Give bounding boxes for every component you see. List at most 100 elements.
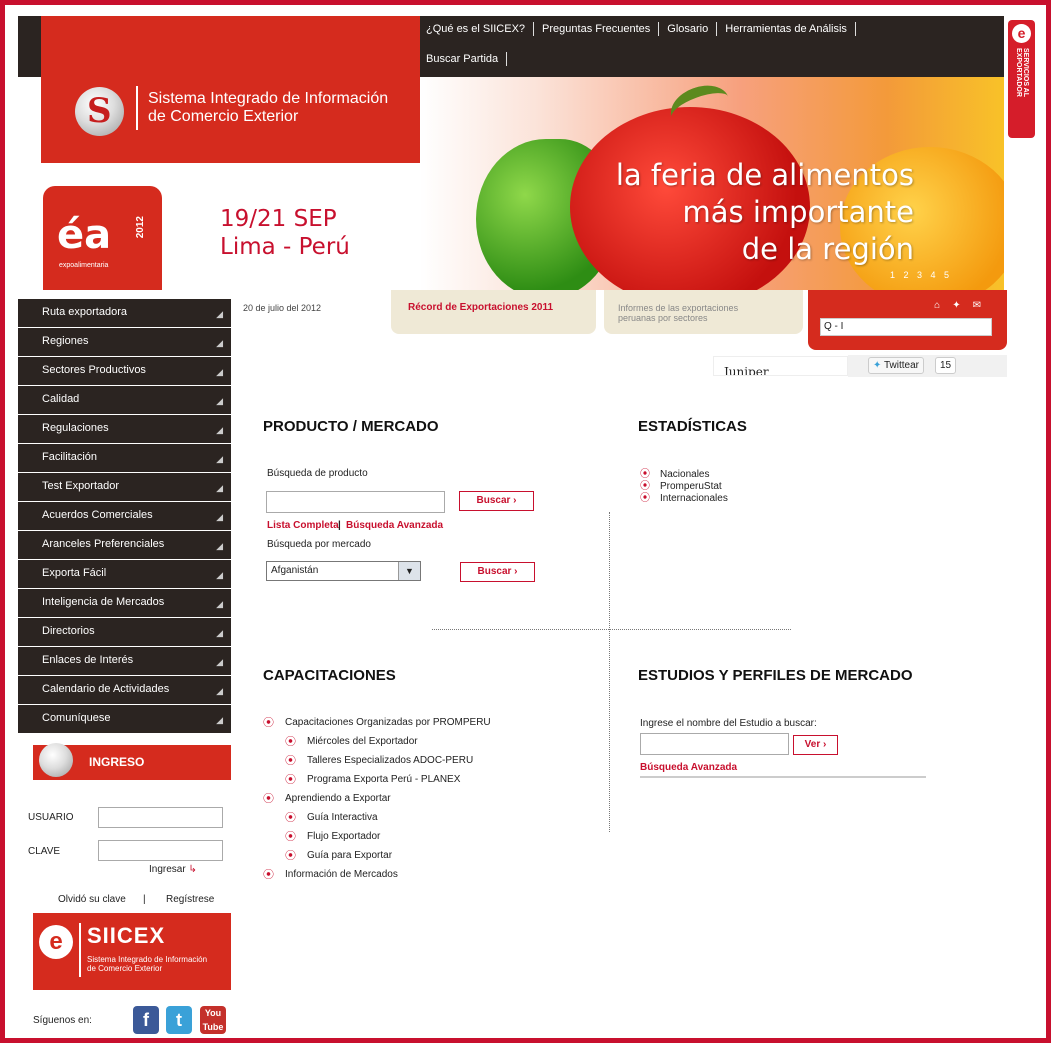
sidebar-item-label: Enlaces de Interés bbox=[42, 653, 134, 666]
estadisticas-title: ESTADÍSTICAS bbox=[638, 418, 747, 435]
estudios-busqueda-avanzada-link[interactable]: Búsqueda Avanzada bbox=[640, 762, 737, 773]
busqueda-avanzada-link[interactable]: Búsqueda Avanzada bbox=[346, 520, 443, 531]
capacitaciones-title: CAPACITACIONES bbox=[263, 667, 396, 684]
corner-arrow-icon: ◢ bbox=[216, 569, 223, 580]
site-search-input[interactable]: Q - I bbox=[820, 318, 992, 336]
corner-arrow-icon: ◢ bbox=[216, 656, 223, 667]
capacitacion-link[interactable]: Aprendiendo a Exportar bbox=[263, 792, 491, 811]
sidebar-item-calidad[interactable]: Calidad ◢ bbox=[18, 385, 231, 414]
nav-buscar-partida[interactable]: Buscar Partida bbox=[420, 52, 508, 66]
tweet-button[interactable]: ✦ Twittear bbox=[868, 357, 925, 374]
user-input[interactable] bbox=[98, 807, 223, 828]
expoalimentaria-logo[interactable]: éa 2012 expoalimentaria bbox=[43, 186, 162, 290]
brand-divider bbox=[79, 923, 81, 977]
sidebar-item-label: Ruta exportadora bbox=[42, 306, 127, 318]
estudios-title: ESTUDIOS Y PERFILES DE MERCADO bbox=[638, 667, 913, 684]
estadisticas-internacionales-link[interactable]: Internacionales bbox=[640, 493, 728, 505]
capacitacion-link[interactable]: Guía para Exportar bbox=[263, 849, 491, 868]
siicex-header-logo[interactable]: Sistema Integrado de Información de Come… bbox=[41, 16, 420, 163]
estudios-underline bbox=[640, 776, 926, 778]
sidebar-item-calendario-de-actividades[interactable]: Calendario de Actividades ◢ bbox=[18, 675, 231, 704]
twitter-icon[interactable]: t bbox=[166, 1006, 192, 1034]
siicex-brand-banner[interactable]: e SIICEX Sistema Integrado de Informació… bbox=[33, 913, 231, 990]
servicios-exportador-tab[interactable]: e SERVICIOS AL EXPORTADOR bbox=[1008, 20, 1035, 138]
login-link-separator: | bbox=[143, 894, 146, 905]
sitemap-icon[interactable]: ✦ bbox=[952, 300, 972, 311]
sidebar-item-test-exportador[interactable]: Test Exportador ◢ bbox=[18, 472, 231, 501]
sidebar-item-label: Exporta Fácil bbox=[42, 566, 107, 579]
hero-banner[interactable]: la feria de alimentos más importante de … bbox=[420, 77, 1004, 290]
nav-que-es-siicex[interactable]: ¿Qué es el SIICEX? bbox=[420, 22, 535, 36]
facebook-icon[interactable]: f bbox=[133, 1006, 159, 1034]
e-logo-icon: e bbox=[1012, 24, 1031, 43]
horizontal-divider bbox=[432, 629, 791, 630]
informes-tab[interactable]: Informes de las exportaciones peruanas po… bbox=[604, 290, 803, 334]
capacitacion-link[interactable]: Información de Mercados bbox=[263, 868, 491, 887]
tool-icons: ⌂✦✉ bbox=[934, 300, 993, 311]
sidebar-item-ruta-exportadora[interactable]: Ruta exportadora ◢ bbox=[18, 299, 231, 327]
hero-tagline: la feria de alimentos más importante de … bbox=[616, 157, 914, 268]
register-link[interactable]: Regístrese bbox=[166, 894, 214, 905]
site-title-line1: Sistema Integrado de Información bbox=[148, 90, 389, 107]
estudios-search-input[interactable] bbox=[640, 733, 789, 755]
sidebar-item-label: Aranceles Preferenciales bbox=[42, 537, 165, 550]
promperu-s-icon bbox=[39, 743, 73, 777]
nav-herramientas[interactable]: Herramientas de Análisis bbox=[717, 22, 856, 36]
capacitacion-link[interactable]: Flujo Exportador bbox=[263, 830, 491, 849]
product-search-input[interactable] bbox=[266, 491, 445, 513]
tweet-count: 15 bbox=[935, 357, 957, 374]
password-input[interactable] bbox=[98, 840, 223, 861]
capacitacion-link[interactable]: Programa Exporta Perú - PLANEX bbox=[263, 773, 491, 792]
sidebar-item-label: Calendario de Actividades bbox=[42, 682, 170, 695]
juniper-label: Juniper bbox=[724, 365, 769, 376]
market-select[interactable]: Afganistán ▼ bbox=[266, 561, 421, 581]
estadisticas-promperustat-link[interactable]: PromperuStat bbox=[640, 481, 728, 493]
corner-arrow-icon: ◢ bbox=[216, 714, 223, 725]
sidebar-item-facilitacion[interactable]: Facilitación ◢ bbox=[18, 443, 231, 472]
sidebar-item-sectores-productivos[interactable]: Sectores Productivos ◢ bbox=[18, 356, 231, 385]
logo-divider bbox=[136, 86, 138, 130]
sidebar-item-directorios[interactable]: Directorios ◢ bbox=[18, 617, 231, 646]
producto-mercado-title: PRODUCTO / MERCADO bbox=[263, 418, 439, 435]
nav-glosario[interactable]: Glosario bbox=[659, 22, 718, 36]
product-search-button[interactable]: Buscar › bbox=[459, 491, 534, 511]
estudios-ver-button[interactable]: Ver › bbox=[793, 735, 838, 755]
hero-line3: de la región bbox=[741, 232, 914, 266]
youtube-icon[interactable]: You Tube bbox=[200, 1006, 226, 1034]
corner-arrow-icon: ◢ bbox=[216, 540, 223, 551]
sidebar-item-regulaciones[interactable]: Regulaciones ◢ bbox=[18, 414, 231, 443]
sidebar-item-label: Inteligencia de Mercados bbox=[42, 595, 165, 608]
sidebar-item-acuerdos-comerciales[interactable]: Acuerdos Comerciales ◢ bbox=[18, 501, 231, 530]
sidebar-item-label: Test Exportador bbox=[42, 479, 120, 492]
login-submit-label: Ingresar bbox=[149, 864, 186, 875]
login-title: INGRESO bbox=[89, 755, 145, 769]
sidebar-item-regiones[interactable]: Regiones ◢ bbox=[18, 327, 231, 356]
estadisticas-nacionales-link[interactable]: Nacionales bbox=[640, 469, 728, 481]
lista-completa-link[interactable]: Lista Completa bbox=[267, 520, 339, 531]
corner-arrow-icon: ◢ bbox=[216, 482, 223, 493]
capacitacion-link[interactable]: Guía Interactiva bbox=[263, 811, 491, 830]
expo-logo-mark: éa bbox=[57, 212, 112, 258]
sidebar-item-inteligencia-de-mercados[interactable]: Inteligencia de Mercados ◢ bbox=[18, 588, 231, 617]
banner-pager[interactable]: 1 2 3 4 5 bbox=[890, 270, 952, 280]
sidebar-item-label: Acuerdos Comerciales bbox=[42, 508, 153, 521]
sidebar-item-aranceles-preferenciales[interactable]: Aranceles Preferenciales ◢ bbox=[18, 530, 231, 559]
current-date: 20 de julio del 2012 bbox=[243, 303, 322, 313]
juniper-widget[interactable]: Juniper bbox=[713, 356, 848, 376]
corner-arrow-icon: ◢ bbox=[216, 598, 223, 609]
capacitaciones-list: Capacitaciones Organizadas por PROMPERUM… bbox=[263, 716, 491, 887]
record-exportaciones-tab[interactable]: Récord de Exportaciones 2011 bbox=[391, 290, 596, 334]
sidebar-item-comuniquese[interactable]: Comuníquese ◢ bbox=[18, 704, 231, 733]
home-icon[interactable]: ⌂ bbox=[934, 300, 952, 311]
mail-icon[interactable]: ✉ bbox=[973, 300, 993, 311]
market-search-button[interactable]: Buscar › bbox=[460, 562, 535, 582]
login-submit-link[interactable]: Ingresar ↳ bbox=[149, 864, 197, 875]
sidebar-item-exporta-facil[interactable]: Exporta Fácil ◢ bbox=[18, 559, 231, 588]
capacitacion-link[interactable]: Capacitaciones Organizadas por PROMPERU bbox=[263, 716, 491, 735]
capacitacion-link[interactable]: Miércoles del Exportador bbox=[263, 735, 491, 754]
corner-arrow-icon: ◢ bbox=[216, 366, 223, 377]
forgot-password-link[interactable]: Olvidó su clave bbox=[58, 894, 126, 905]
nav-preguntas-frecuentes[interactable]: Preguntas Frecuentes bbox=[534, 22, 660, 36]
capacitacion-link[interactable]: Talleres Especializados ADOC-PERU bbox=[263, 754, 491, 773]
sidebar-item-enlaces-de-interes[interactable]: Enlaces de Interés ◢ bbox=[18, 646, 231, 675]
